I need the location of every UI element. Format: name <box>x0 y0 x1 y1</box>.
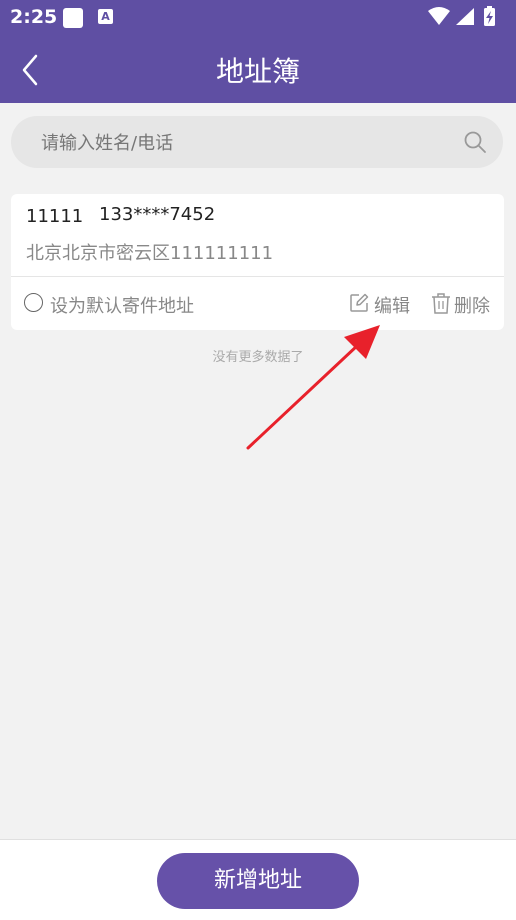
app-notification-icon: A <box>98 9 113 24</box>
battery-icon <box>484 6 495 26</box>
search-input[interactable] <box>39 128 443 158</box>
signal-icon <box>456 8 474 25</box>
annotation-arrow-icon <box>246 325 380 450</box>
delete-button[interactable]: 删除 <box>431 290 495 317</box>
edit-pencil-icon <box>350 293 369 312</box>
status-bar: 2:25 A <box>0 0 516 36</box>
delete-label: 删除 <box>454 296 490 317</box>
trash-icon <box>432 293 450 314</box>
contact-name: 11111 <box>26 206 84 227</box>
nav-bar: 地址簿 <box>0 36 516 103</box>
contact-address: 北京北京市密云区111111111 <box>26 243 274 264</box>
wifi-icon <box>428 7 450 25</box>
search-icon[interactable] <box>463 130 487 154</box>
contact-phone: 133****7452 <box>99 204 216 225</box>
notification-square-icon <box>63 8 83 28</box>
status-time: 2:25 <box>10 6 58 28</box>
bottom-bar: 新增地址 <box>0 839 516 920</box>
system-status-icons <box>428 6 495 26</box>
add-address-button[interactable]: 新增地址 <box>157 853 359 909</box>
page-title: 地址簿 <box>215 55 300 88</box>
set-default-label: 设为默认寄件地址 <box>50 296 194 317</box>
edit-button[interactable]: 编辑 <box>349 290 413 317</box>
address-card[interactable]: 11111 133****7452 北京北京市密云区111111111 设为默认… <box>11 194 504 330</box>
search-bar <box>11 116 503 168</box>
radio-unchecked-icon[interactable] <box>24 293 43 312</box>
app-header: 2:25 A 地址簿 <box>0 0 516 103</box>
card-divider <box>11 276 504 277</box>
